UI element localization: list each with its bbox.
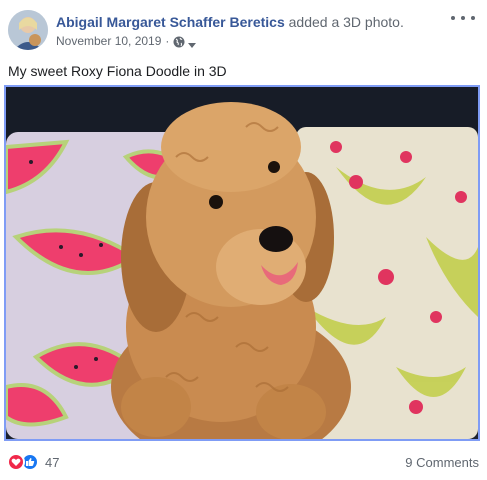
post-date-link[interactable]: November 10, 2019: [56, 34, 161, 49]
author-name-link[interactable]: Abigail Margaret Schaffer Beretics: [56, 14, 285, 30]
more-options-button[interactable]: [451, 10, 475, 26]
post-caption: My sweet Roxy Fiona Doodle in 3D: [8, 63, 227, 79]
post-meta: November 10, 2019 ·: [56, 34, 197, 49]
chevron-down-icon[interactable]: [188, 38, 197, 48]
author-line: Abigail Margaret Schaffer Beretics added…: [56, 13, 404, 31]
globe-icon[interactable]: [173, 36, 185, 48]
more-dot-icon: [461, 16, 465, 20]
comments-count-link[interactable]: 9 Comments: [405, 455, 479, 470]
more-dot-icon: [451, 16, 455, 20]
reactions-summary[interactable]: 47: [7, 453, 59, 471]
post-photo-3d[interactable]: [4, 85, 480, 441]
post-header: Abigail Margaret Schaffer Beretics added…: [0, 0, 487, 58]
love-reaction-icon: [7, 453, 25, 471]
more-dot-icon: [471, 16, 475, 20]
meta-separator: ·: [165, 34, 170, 48]
reaction-count[interactable]: 47: [45, 455, 59, 470]
post-action-text: added a 3D photo.: [288, 14, 404, 30]
avatar[interactable]: [8, 10, 48, 50]
post-footer: 47 9 Comments: [0, 446, 487, 480]
